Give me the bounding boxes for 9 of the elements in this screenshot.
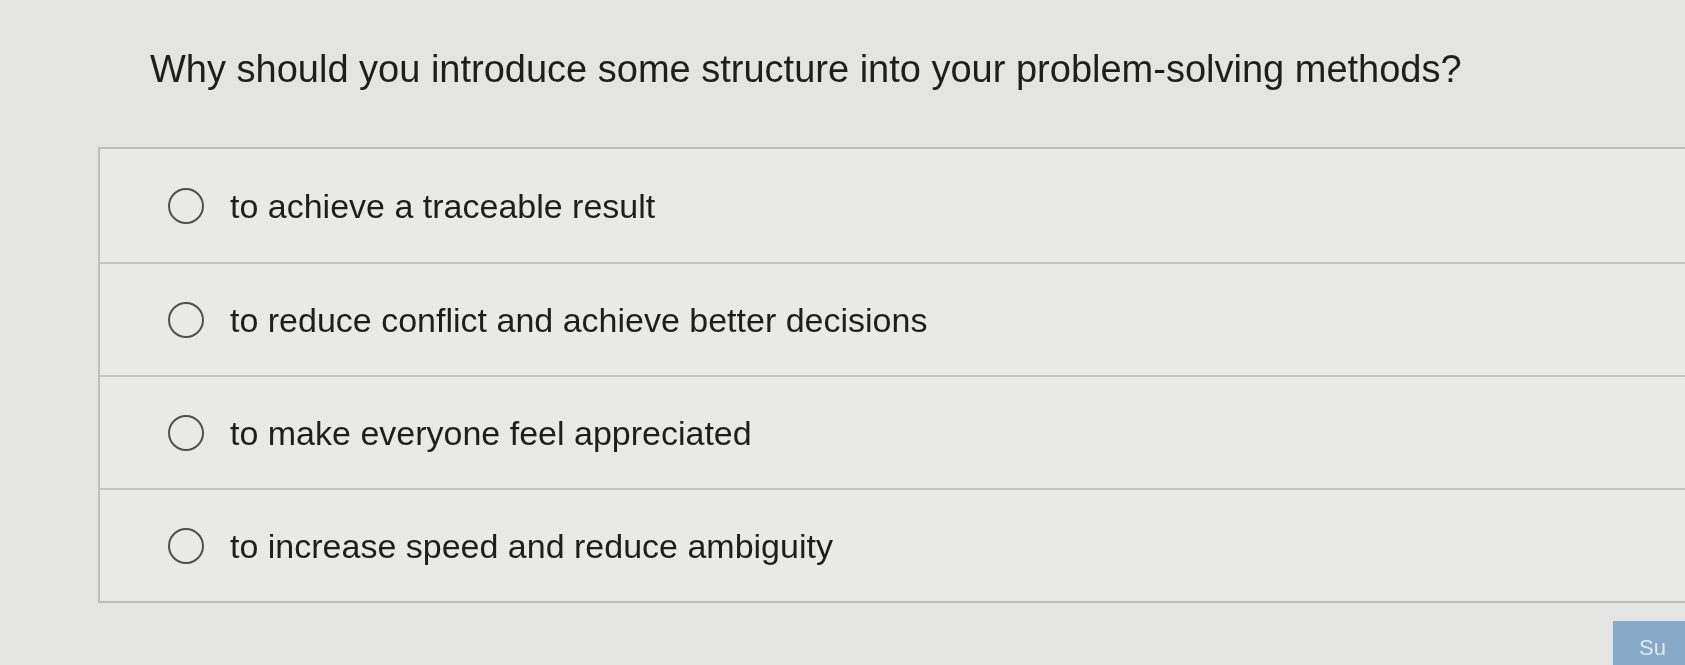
option-label[interactable]: to make everyone feel appreciated: [230, 412, 752, 453]
radio-button[interactable]: [168, 414, 204, 451]
question-text: Why should you introduce some structure into your problem-solving methods?: [150, 47, 1462, 92]
option-label[interactable]: to achieve a traceable result: [230, 185, 656, 226]
option-label[interactable]: to increase speed and reduce ambiguity: [230, 525, 833, 566]
option-label[interactable]: to reduce conflict and achieve better decisions: [230, 299, 928, 340]
radio-button[interactable]: [168, 301, 204, 338]
radio-button[interactable]: [168, 187, 204, 224]
radio-button[interactable]: [168, 527, 204, 564]
